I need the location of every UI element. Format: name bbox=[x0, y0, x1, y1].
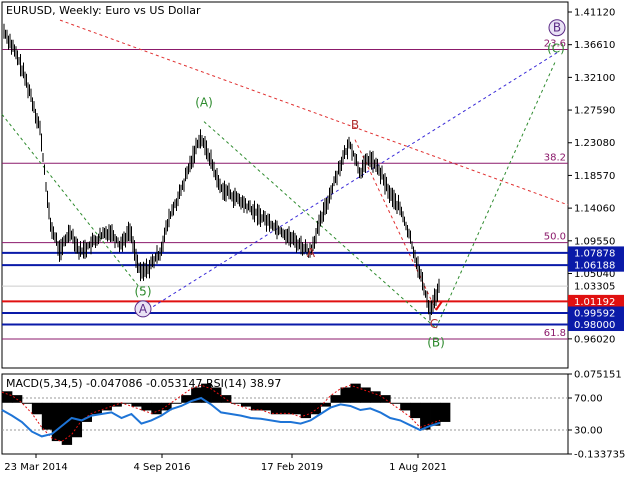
y-tick-label: 1.18570 bbox=[574, 171, 615, 182]
macd-histogram-bar bbox=[440, 402, 451, 422]
fib-level-label: 50.0 bbox=[544, 232, 566, 243]
wave-label: (C) bbox=[547, 42, 565, 56]
x-tick-label: 1 Aug 2021 bbox=[389, 462, 447, 473]
macd-histogram-bar bbox=[270, 402, 282, 415]
red-arrow-marker bbox=[435, 300, 443, 311]
y-tick-label: 1.23080 bbox=[574, 138, 615, 149]
level-price-tag-label: 0.99592 bbox=[574, 308, 615, 319]
fib-level-label: 38.2 bbox=[544, 152, 566, 163]
x-tick-label: 23 Mar 2014 bbox=[4, 462, 67, 473]
indicator-tick-label: 70.00 bbox=[574, 394, 603, 405]
macd-histogram-bar bbox=[31, 402, 43, 415]
y-tick-label: 0.96020 bbox=[574, 334, 615, 345]
indicator-tick-label: 30.00 bbox=[574, 426, 603, 437]
macd-histogram-bar bbox=[91, 402, 102, 415]
macd-histogram-bar bbox=[260, 402, 272, 411]
wave-label: (A) bbox=[195, 95, 213, 109]
y-tick-label: 1.36610 bbox=[574, 40, 615, 51]
macd-histogram-bar bbox=[400, 402, 411, 411]
indicator-tick-label: -0.133735 bbox=[574, 450, 625, 461]
macd-histogram-bar bbox=[350, 383, 361, 403]
level-price-tag-label: 1.07878 bbox=[574, 248, 615, 259]
macd-histogram-bar bbox=[111, 402, 122, 407]
wave-label: B bbox=[553, 21, 561, 35]
level-price-tag-label: 1.06188 bbox=[574, 261, 615, 272]
macd-histogram-bar bbox=[151, 402, 162, 415]
macd-histogram-bar bbox=[390, 402, 401, 404]
macd-histogram-bar bbox=[21, 402, 33, 404]
macd-histogram-bar bbox=[330, 395, 341, 403]
y-tick-label: 1.27590 bbox=[574, 106, 615, 117]
wave-label: B bbox=[351, 118, 359, 132]
y-tick-label: 1.32100 bbox=[574, 73, 615, 84]
macd-histogram-bar bbox=[240, 402, 252, 407]
chart-title: EURUSD, Weekly: Euro vs US Dollar bbox=[6, 4, 201, 17]
fib-level-label: 61.8 bbox=[544, 328, 566, 339]
macd-histogram-bar bbox=[41, 402, 53, 430]
wave-label: A bbox=[139, 302, 148, 316]
wave-label: (B) bbox=[427, 335, 445, 349]
y-tick-label: 1.14060 bbox=[574, 204, 615, 215]
level-price-tag-label: 1.01192 bbox=[574, 297, 615, 308]
level-price-tag-label: 0.98000 bbox=[574, 320, 615, 331]
price-chart[interactable]: 23.638.250.061.8 (A)BA(5)AC(B)B(C) 1.411… bbox=[0, 0, 640, 480]
price-bars bbox=[3, 23, 440, 321]
green-dotted-projection bbox=[435, 59, 557, 329]
wave-label: A bbox=[307, 246, 316, 260]
macd-histogram-bar bbox=[300, 402, 311, 419]
macd-histogram-bar bbox=[141, 402, 152, 411]
red-dotted-trendline bbox=[59, 19, 569, 206]
macd-histogram-bar bbox=[320, 402, 331, 407]
macd-histogram-bar bbox=[340, 387, 351, 403]
macd-histogram-bar bbox=[221, 395, 232, 403]
macd-histogram-bar bbox=[410, 402, 421, 419]
indicator-tick-label: 0.075151 bbox=[574, 370, 622, 381]
macd-histogram-bar bbox=[131, 402, 142, 407]
macd-histogram-bar bbox=[280, 402, 292, 415]
macd-histogram-bar bbox=[121, 402, 132, 404]
indicator-title: MACD(5,34,5) -0.047086 -0.053147 RSI(14)… bbox=[6, 377, 282, 390]
macd-histogram-bar bbox=[380, 395, 391, 403]
macd-histogram-bar bbox=[171, 402, 182, 404]
y-tick-label: 1.09550 bbox=[574, 236, 615, 247]
y-tick-label: 1.41120 bbox=[574, 8, 615, 19]
x-tick-label: 4 Sep 2016 bbox=[133, 462, 190, 473]
x-tick-label: 17 Feb 2019 bbox=[261, 462, 323, 473]
macd-histogram-bar bbox=[250, 402, 262, 411]
current-price-label: 1.03305 bbox=[574, 282, 615, 293]
macd-histogram-bar bbox=[51, 402, 63, 442]
macd-histogram-bar bbox=[230, 402, 242, 404]
wave-label: (5) bbox=[135, 285, 152, 299]
blue-dotted-trendline bbox=[142, 52, 558, 314]
macd-histogram-bar bbox=[290, 402, 302, 415]
wave-label: C bbox=[430, 317, 438, 331]
